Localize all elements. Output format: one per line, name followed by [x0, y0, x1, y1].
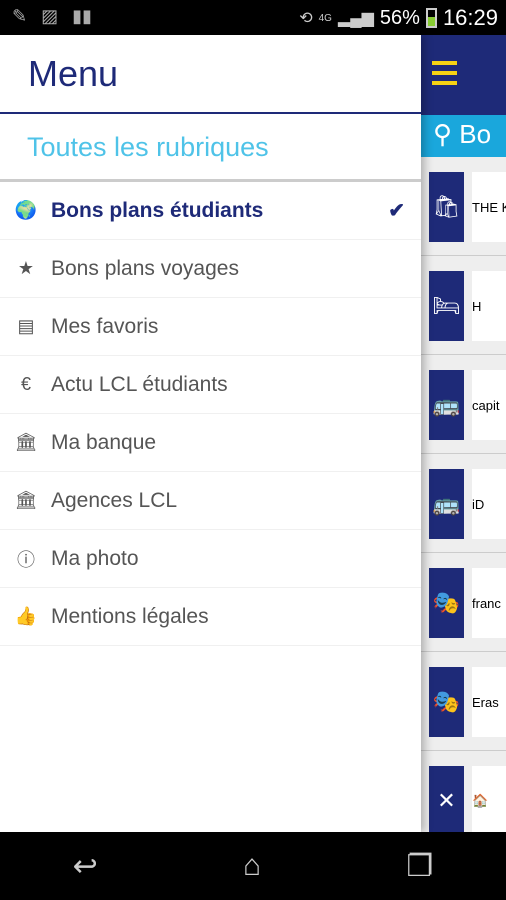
newspaper-icon: ▤ [17, 316, 35, 336]
recent-apps-icon[interactable]: ❐ [406, 849, 433, 884]
rotation-icon: ⟲ [299, 10, 313, 27]
menu-item[interactable]: ⓘ Ma photo [0, 530, 421, 588]
clock: 16:29 [442, 5, 498, 30]
back-icon[interactable]: ↩ [73, 849, 98, 884]
menu-item-label: Ma banque [51, 430, 157, 454]
menu-item[interactable]: 🌍 Bons plans étudiants ✔ [0, 182, 421, 240]
thumbs-up-icon: 👍 [14, 606, 38, 626]
deal-card[interactable]: 🎭 franc [421, 553, 506, 652]
menu-item-label: Actu LCL étudiants [51, 372, 228, 396]
euro-bank-icon: € [20, 374, 31, 394]
menu-item[interactable]: € Actu LCL étudiants [0, 356, 421, 414]
deal-card[interactable]: 🚌 capit [421, 355, 506, 454]
partner-logo: H [472, 271, 506, 341]
menu-item[interactable]: ★ Bons plans voyages [0, 240, 421, 298]
menu-item-label: Bons plans voyages [51, 256, 239, 280]
partner-logo: capit [472, 370, 506, 440]
bus-icon: 🚌 [429, 469, 464, 539]
theater-masks-icon: 🎭 [429, 667, 464, 737]
search-text: Bo [459, 119, 492, 149]
deal-card[interactable]: 🚌 iD [421, 454, 506, 553]
partner-logo: franc [472, 568, 506, 638]
restaurant-icon: ✕ [429, 766, 464, 836]
menu-item-label: Mes favoris [51, 314, 159, 338]
deal-card[interactable]: 🛍 THE K [421, 157, 506, 256]
bank-icon: 🏛 [14, 432, 38, 452]
shopping-bag-icon: 🛍 [429, 172, 464, 242]
bed-icon: 🛏 [429, 271, 464, 341]
system-nav-bar: ↩ ⌂ ❐ [0, 832, 506, 900]
bus-icon: 🚌 [429, 370, 464, 440]
usb-icon: ✎ [12, 6, 28, 26]
network-type: 4G [318, 12, 332, 24]
menu-item-label: Bons plans étudiants [51, 198, 264, 222]
status-bar: ✎ ▨ ▮▮ ⟲ 4G ▂▄▆ 56% 16:29 [0, 0, 506, 35]
partner-logo: Eras [472, 667, 506, 737]
app-header [421, 35, 506, 115]
battery-percent: 56% [379, 6, 420, 29]
battery-icon [425, 8, 437, 28]
menu-item-label: Mentions légales [51, 604, 209, 628]
signal-icon: ▂▄▆ [337, 10, 374, 27]
deal-card[interactable]: 🎭 Eras [421, 652, 506, 751]
main-content: ⚲ Bo 🛍 THE K 🛏 H 🚌 capit 🚌 iD 🎭 franc 🎭 Eras ✕ 🏠 [421, 35, 506, 850]
theater-masks-icon: 🎭 [429, 568, 464, 638]
deal-card[interactable]: 🛏 H [421, 256, 506, 355]
home-icon[interactable]: ⌂ [243, 849, 261, 883]
globe-icon: 🌍 [14, 200, 38, 220]
menu-item[interactable]: 👍 Mentions légales [0, 588, 421, 646]
menu-item-label: Agences LCL [51, 488, 178, 512]
navigation-drawer: Menu Toutes les rubriques 🌍 Bons plans ét… [0, 35, 421, 832]
menu-item[interactable]: 🏛 Ma banque [0, 414, 421, 472]
partner-logo: THE K [472, 172, 506, 242]
image-icon: ▨ [41, 6, 59, 26]
partner-logo: 🏠 [472, 766, 506, 836]
menu-item[interactable]: 🏛 Agences LCL [0, 472, 421, 530]
check-icon: ✔ [388, 200, 405, 222]
star-icon: ★ [17, 258, 35, 278]
institution-icon: 🏛 [14, 490, 38, 510]
hamburger-menu-icon[interactable] [432, 61, 457, 91]
menu-item-label: Ma photo [51, 546, 139, 570]
partner-logo: iD [472, 469, 506, 539]
search-icon: ⚲ [433, 119, 453, 149]
info-icon: ⓘ [17, 549, 35, 570]
all-sections-link[interactable]: Toutes les rubriques [0, 114, 421, 182]
menu-item[interactable]: ▤ Mes favoris [0, 298, 421, 356]
drawer-title: Menu [0, 35, 421, 114]
stats-icon: ▮▮ [72, 6, 92, 26]
search-bar[interactable]: ⚲ Bo [421, 115, 506, 157]
